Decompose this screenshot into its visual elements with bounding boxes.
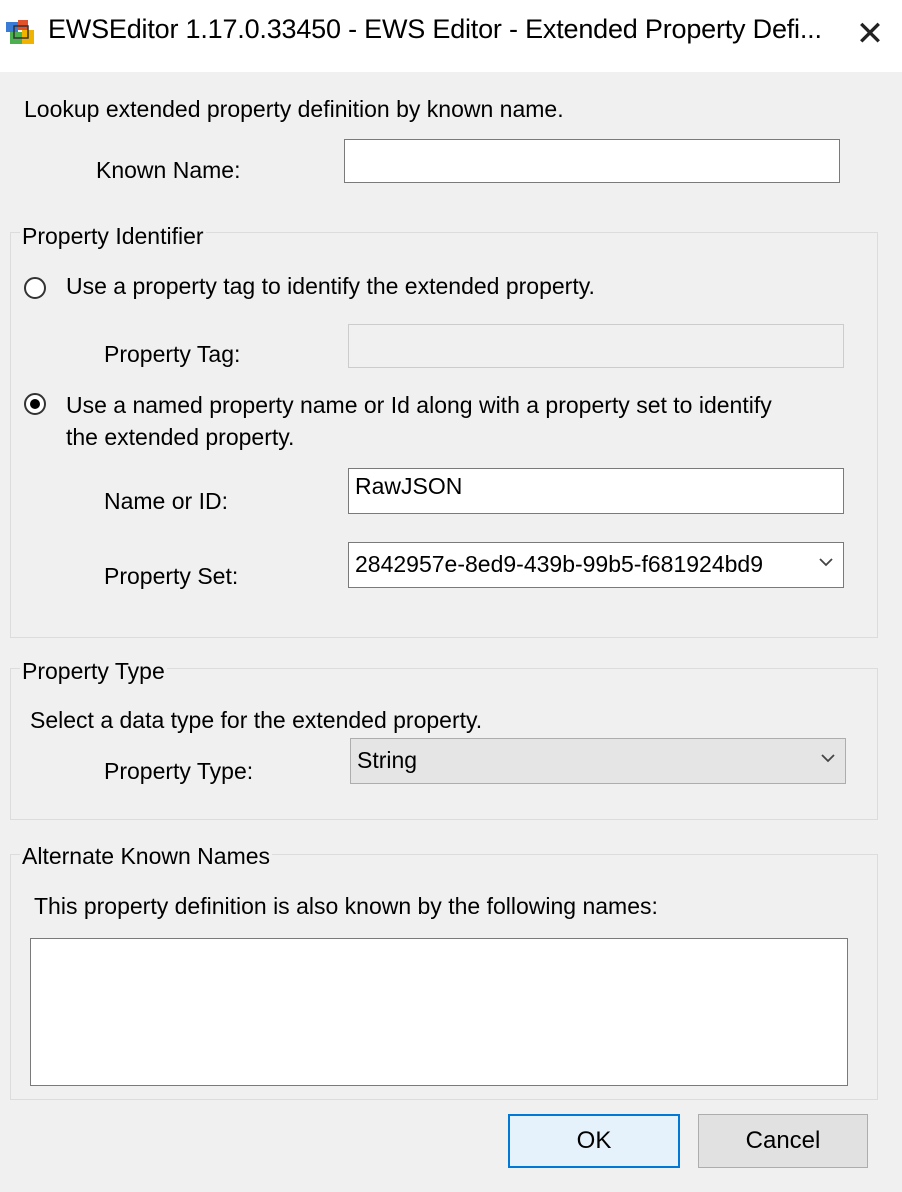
chevron-down-icon xyxy=(819,558,833,567)
property-set-label: Property Set: xyxy=(104,563,239,589)
named-property-option-label-line1: Use a named property name or Id along wi… xyxy=(66,392,772,418)
property-type-group-label: Property Type xyxy=(20,658,167,685)
property-tag-radio[interactable] xyxy=(24,277,46,299)
name-or-id-input[interactable]: RawJSON xyxy=(348,468,844,514)
property-tag-option-label: Use a property tag to identify the exten… xyxy=(66,273,595,299)
ews-editor-app-icon xyxy=(6,20,34,44)
chevron-down-icon xyxy=(821,754,835,763)
named-property-option-label-line2: the extended property. xyxy=(66,424,295,450)
property-type-description: Select a data type for the extended prop… xyxy=(30,707,483,733)
close-button[interactable]: ✕ xyxy=(844,8,896,60)
window-title: EWSEditor 1.17.0.33450 - EWS Editor - Ex… xyxy=(48,14,822,44)
cancel-button[interactable]: Cancel xyxy=(698,1114,868,1168)
property-set-dropdown[interactable]: 2842957e-8ed9-439b-99b5-f681924bd9 xyxy=(348,542,844,588)
property-tag-input[interactable] xyxy=(348,324,844,368)
property-type-label: Property Type: xyxy=(104,758,254,784)
ok-button[interactable]: OK xyxy=(508,1114,680,1168)
radio-selected-dot xyxy=(30,399,40,409)
property-identifier-group-label: Property Identifier xyxy=(20,223,206,250)
title-bar: EWSEditor 1.17.0.33450 - EWS Editor - Ex… xyxy=(0,0,902,72)
known-name-label: Known Name: xyxy=(96,157,241,183)
property-type-value: String xyxy=(357,747,418,773)
alternate-names-list[interactable] xyxy=(30,938,848,1086)
property-tag-label: Property Tag: xyxy=(104,341,241,367)
property-type-dropdown[interactable]: String xyxy=(350,738,846,784)
property-set-value: 2842957e-8ed9-439b-99b5-f681924bd9 xyxy=(355,551,763,577)
named-property-radio[interactable] xyxy=(24,393,46,415)
alternate-names-description: This property definition is also known b… xyxy=(34,893,658,919)
alternate-known-names-group-label: Alternate Known Names xyxy=(20,843,273,870)
name-or-id-label: Name or ID: xyxy=(104,488,228,514)
close-icon: ✕ xyxy=(855,15,885,53)
known-name-input[interactable] xyxy=(344,139,840,183)
lookup-description: Lookup extended property definition by k… xyxy=(24,96,564,122)
